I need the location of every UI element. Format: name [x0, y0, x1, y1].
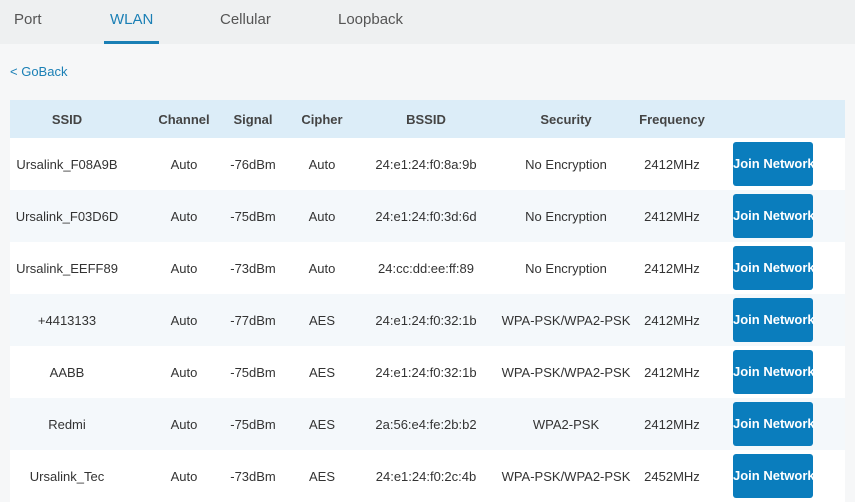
- table-row: Ursalink_F03D6D Auto -75dBm Auto 24:e1:24:f0…: [10, 190, 845, 242]
- cell-bssid: 24:e1:24:f0:8a:9b: [375, 156, 477, 172]
- goback-link[interactable]: < GoBack: [10, 64, 67, 79]
- tab-loopback[interactable]: Loopback: [338, 0, 403, 44]
- table-row: Ursalink_F08A9B Auto -76dBm Auto 24:e1:24:f0…: [10, 138, 845, 190]
- table-row: Ursalink_EEFF89 Auto -73dBm Auto 24:cc:dd:ee…: [10, 242, 845, 294]
- cell-bssid: 2a:56:e4:fe:2b:b2: [375, 416, 477, 432]
- join-network-button[interactable]: Join Network: [733, 454, 815, 498]
- tab-cellular[interactable]: Cellular: [220, 0, 271, 44]
- tab-port[interactable]: Port: [14, 0, 42, 44]
- cell-action: Join Network: [703, 346, 843, 398]
- cell-action: Join Network: [703, 294, 843, 346]
- table-header: SSID Channel Signal Cipher BSSID Securit…: [10, 100, 845, 138]
- cell-bssid: 24:cc:dd:ee:ff:89: [378, 260, 474, 276]
- join-network-button[interactable]: Join Network: [733, 298, 815, 342]
- join-network-button[interactable]: Join Network: [733, 246, 815, 290]
- table-row: AABB Auto -75dBm AES 24:e1:24:f0:32:1b WPA-PS…: [10, 346, 845, 398]
- cell-bssid: 24:e1:24:f0:32:1b: [375, 312, 477, 328]
- cell-action: Join Network: [703, 450, 843, 502]
- header-bssid: BSSID: [406, 111, 446, 127]
- cell-action: Join Network: [703, 398, 843, 450]
- wlan-scan-table: SSID Channel Signal Cipher BSSID Securit…: [10, 100, 845, 502]
- tab-bar: Port WLAN Cellular Loopback: [0, 0, 855, 44]
- table-row: Ursalink_Tec Auto -73dBm AES 24:e1:24:f0:2c:…: [10, 450, 845, 502]
- cell-action: Join Network: [703, 242, 843, 294]
- cell-bssid: 24:e1:24:f0:32:1b: [375, 364, 477, 380]
- join-network-button[interactable]: Join Network: [733, 402, 815, 446]
- join-network-button[interactable]: Join Network: [733, 142, 815, 186]
- cell-action: Join Network: [703, 190, 843, 242]
- cell-bssid: 24:e1:24:f0:2c:4b: [375, 468, 477, 484]
- tab-wlan[interactable]: WLAN: [103, 0, 160, 44]
- cell-action: Join Network: [703, 138, 843, 190]
- table-row: +4413133 Auto -77dBm AES 24:e1:24:f0:32:1b WP…: [10, 294, 845, 346]
- cell-bssid: 24:e1:24:f0:3d:6d: [375, 208, 477, 224]
- join-network-button[interactable]: Join Network: [733, 350, 815, 394]
- header-frequency: Frequency: [639, 111, 705, 127]
- join-network-button[interactable]: Join Network: [733, 194, 815, 238]
- table-row: Redmi Auto -75dBm AES 2a:56:e4:fe:2b:b2 WPA2-…: [10, 398, 845, 450]
